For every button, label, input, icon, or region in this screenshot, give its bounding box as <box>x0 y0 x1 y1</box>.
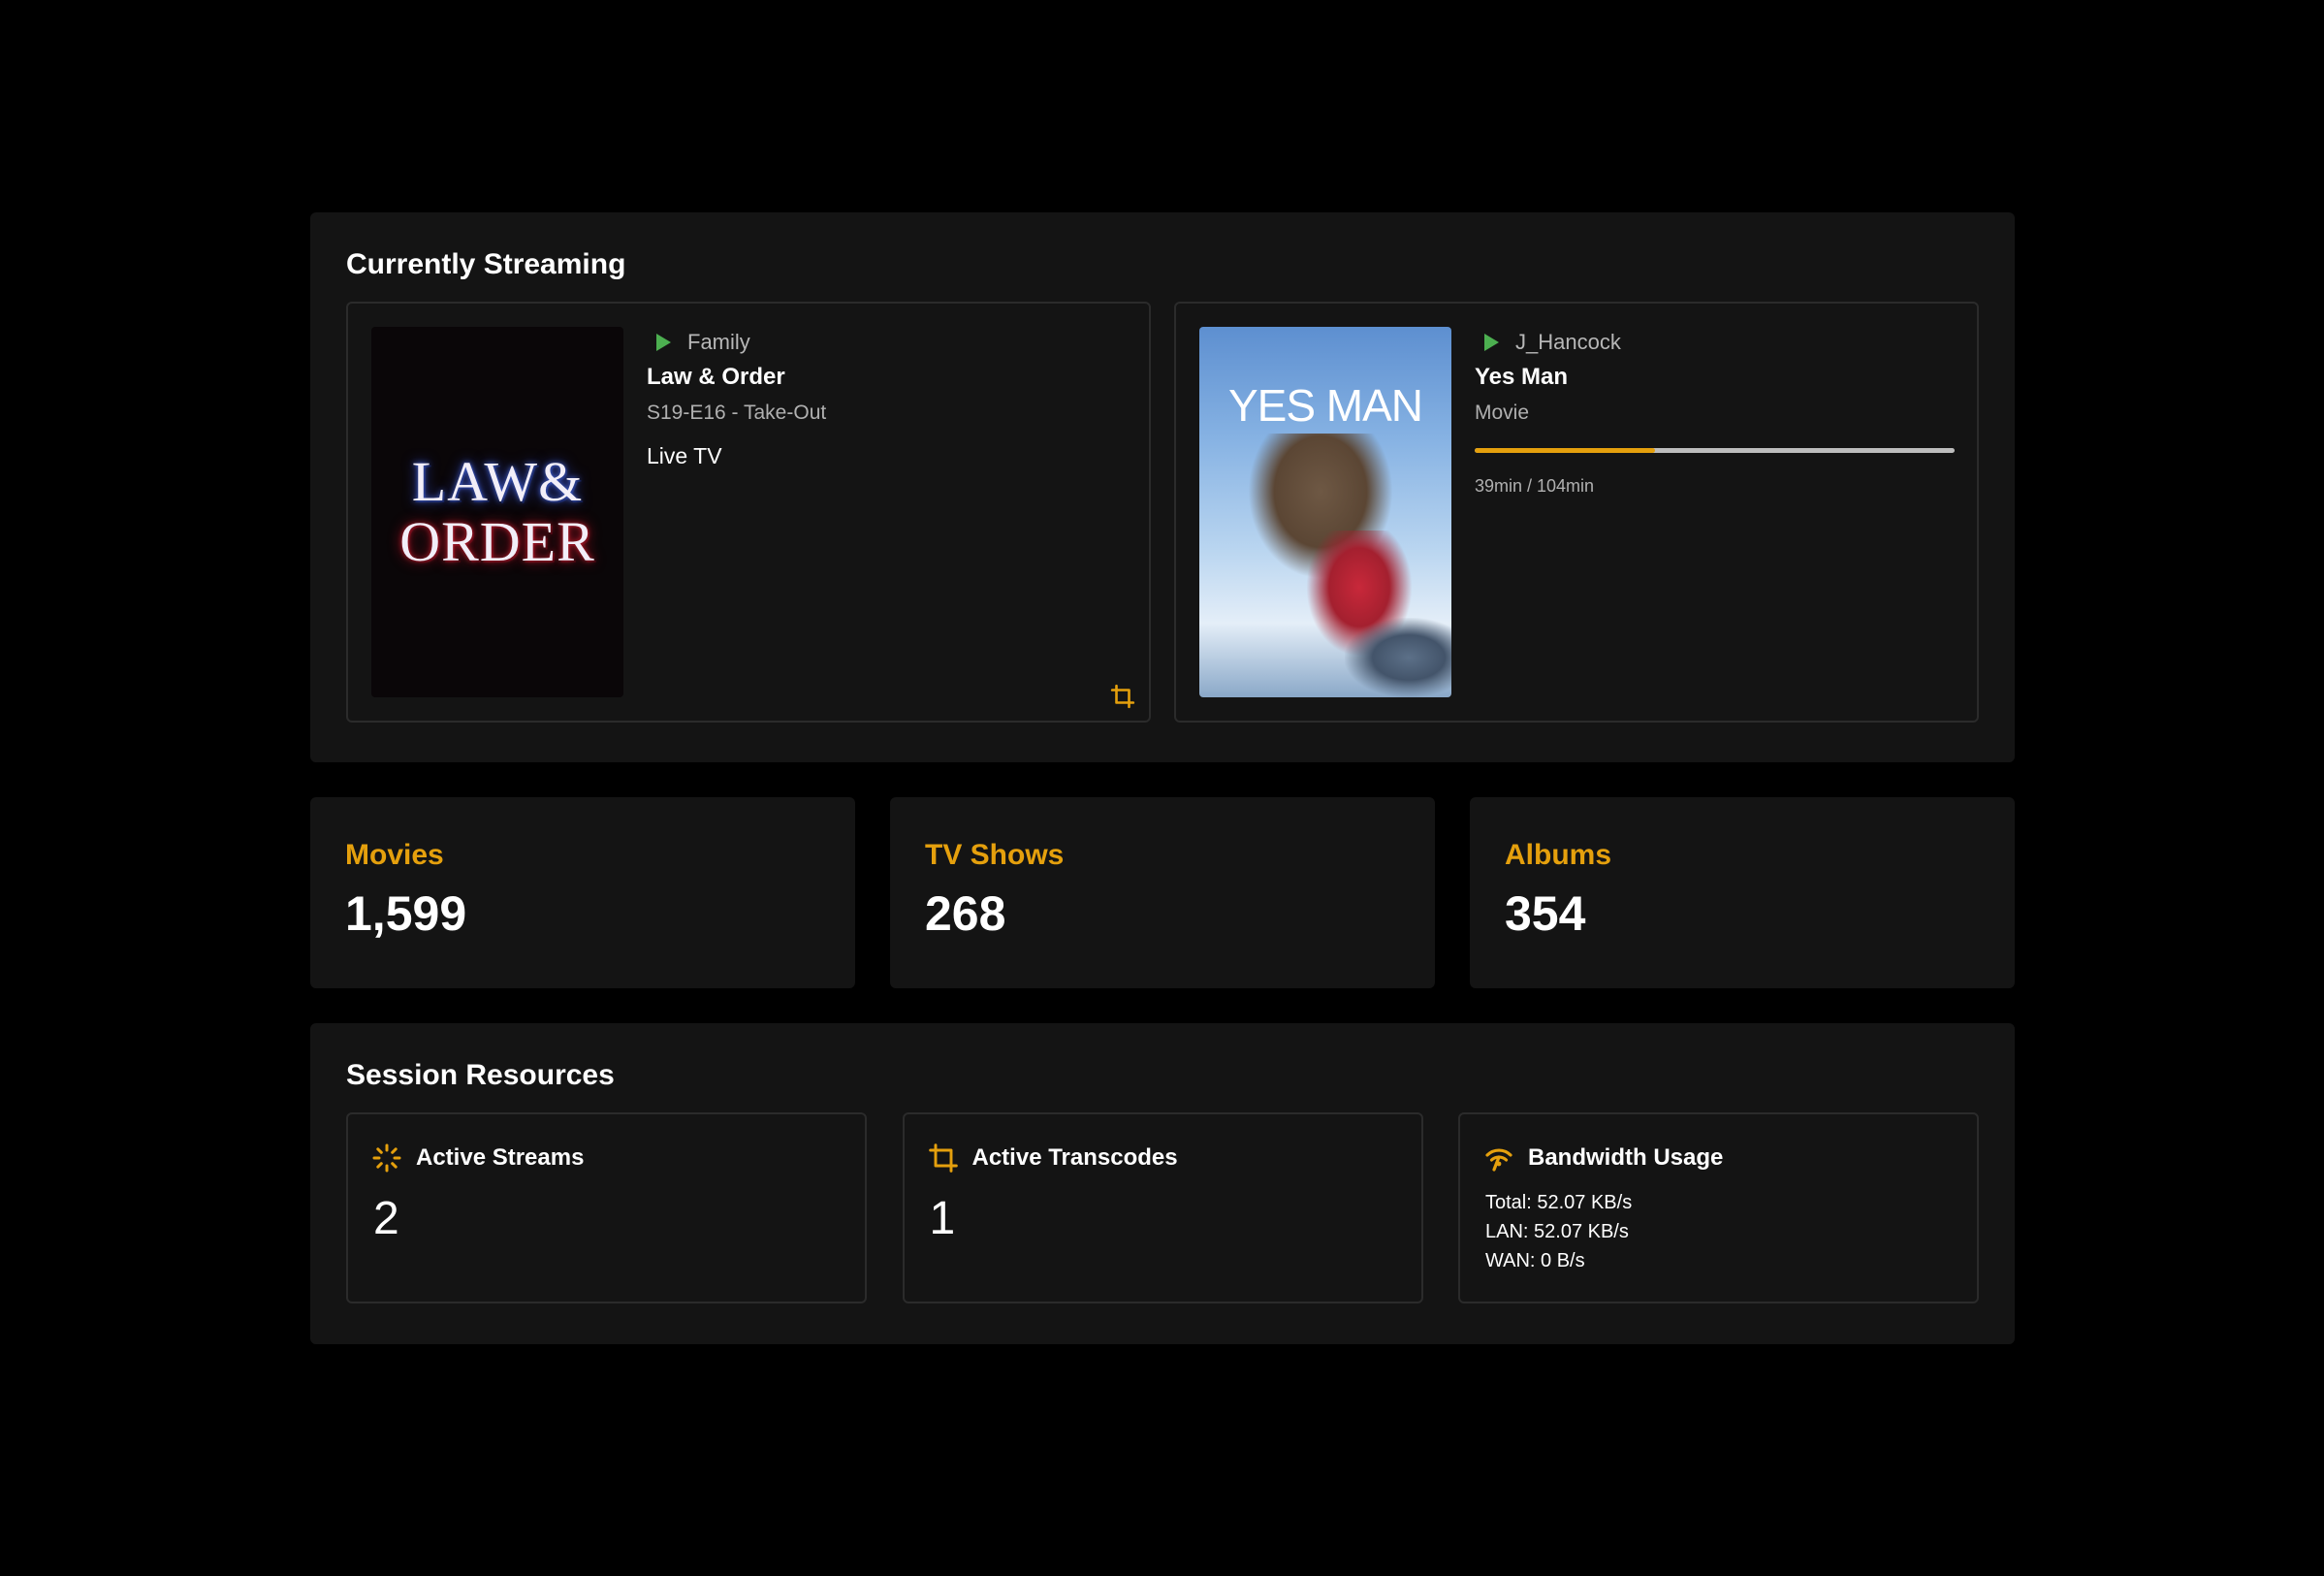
media-subtitle: S19-E16 - Take-Out <box>647 402 827 424</box>
active-transcodes-card: Active Transcodes 1 <box>902 1112 1423 1303</box>
session-resources-title: Session Resources <box>346 1059 615 1091</box>
stat-value: 354 <box>1505 886 1586 941</box>
spinner-icon <box>372 1143 401 1173</box>
library-stats: Movies 1,599 TV Shows 268 Albums 354 <box>310 797 2015 988</box>
crop-icon <box>1110 684 1135 709</box>
user-name[interactable]: J_Hancock <box>1515 330 1621 355</box>
stat-label: TV Shows <box>925 839 1065 871</box>
stat-label: Movies <box>345 839 444 871</box>
bandwidth-usage-header: Bandwidth Usage <box>1483 1142 1954 1174</box>
stat-card-tv-shows[interactable]: TV Shows 268 <box>890 797 1435 988</box>
dashboard: Currently Streaming LAW& ORDER Family La… <box>310 212 2015 1344</box>
media-title[interactable]: Law & Order <box>647 364 1126 391</box>
bandwidth-usage-label: Bandwidth Usage <box>1528 1144 1724 1171</box>
playback-progress-text: 39min / 104min <box>1475 476 1595 496</box>
poster-title: YES MAN <box>1227 380 1423 431</box>
active-streams-label: Active Streams <box>416 1144 585 1171</box>
active-streams-value: 2 <box>373 1193 399 1244</box>
play-icon <box>1484 334 1499 351</box>
yes-man-poster[interactable]: YES MAN <box>1199 327 1451 697</box>
media-title[interactable]: Yes Man <box>1475 364 1955 391</box>
session-resources-panel: Session Resources Active Streams 2 Activ… <box>310 1023 2015 1344</box>
active-streams-card: Active Streams 2 <box>346 1112 867 1303</box>
poster-scooter <box>1345 618 1451 697</box>
user-name[interactable]: Family <box>687 330 750 355</box>
stat-card-albums[interactable]: Albums 354 <box>1470 797 2015 988</box>
stream-user: Family <box>647 329 1126 356</box>
stream-info: J_Hancock Yes Man Movie 39min / 104min <box>1475 327 1955 697</box>
play-icon <box>656 334 671 351</box>
stat-card-movies[interactable]: Movies 1,599 <box>310 797 855 988</box>
wifi-signal-icon <box>1485 1148 1512 1172</box>
poster-title-line2: ORDER <box>399 510 595 573</box>
media-subtitle: Movie <box>1475 402 1530 424</box>
poster-title-line1: LAW& <box>411 450 584 513</box>
bandwidth-lan: LAN: 52.07 KB/s <box>1485 1221 1629 1242</box>
media-source-label: Live TV <box>647 443 722 468</box>
bandwidth-values: Total: 52.07 KB/s LAN: 52.07 KB/s WAN: 0… <box>1483 1188 1954 1275</box>
stat-value: 1,599 <box>345 886 467 941</box>
active-transcodes-value: 1 <box>929 1193 956 1244</box>
active-transcodes-header: Active Transcodes <box>928 1142 1398 1174</box>
stat-label: Albums <box>1505 839 1612 871</box>
active-transcodes-label: Active Transcodes <box>971 1144 1178 1171</box>
stat-value: 268 <box>925 886 1006 941</box>
stream-info: Family Law & Order S19-E16 - Take-Out Li… <box>647 327 1126 697</box>
crop-icon <box>928 1143 958 1173</box>
stream-user: J_Hancock <box>1475 329 1955 356</box>
law-and-order-poster[interactable]: LAW& ORDER <box>371 327 623 697</box>
playback-progress-fill <box>1475 448 1655 453</box>
stream-card-yes-man[interactable]: YES MAN J_Hancock Yes Man Movie 39min / … <box>1174 302 1979 723</box>
bandwidth-usage-card: Bandwidth Usage Total: 52.07 KB/s LAN: 5… <box>1458 1112 1979 1303</box>
currently-streaming-title: Currently Streaming <box>346 248 626 280</box>
currently-streaming-panel: Currently Streaming LAW& ORDER Family La… <box>310 212 2015 762</box>
bandwidth-total: Total: 52.07 KB/s <box>1485 1192 1633 1213</box>
resource-cards: Active Streams 2 Active Transcodes 1 Ban… <box>346 1112 1979 1303</box>
stream-list: LAW& ORDER Family Law & Order S19-E16 - … <box>346 302 1979 723</box>
bandwidth-wan: WAN: 0 B/s <box>1485 1250 1585 1271</box>
active-streams-header: Active Streams <box>371 1142 842 1174</box>
playback-progress-bar <box>1475 448 1955 453</box>
stream-card-law-and-order[interactable]: LAW& ORDER Family Law & Order S19-E16 - … <box>346 302 1151 723</box>
